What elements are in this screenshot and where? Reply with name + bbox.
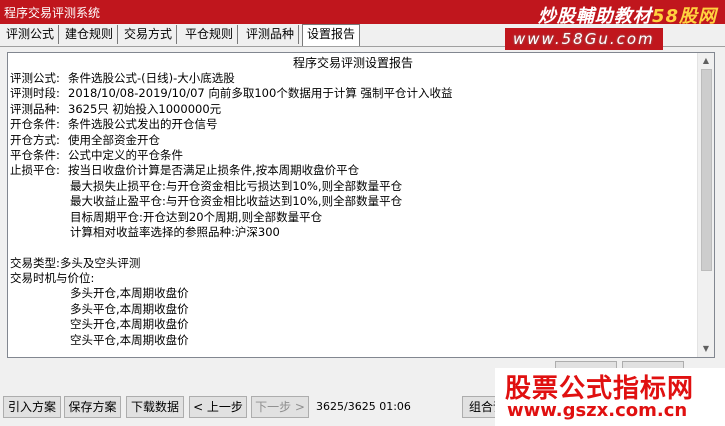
import-scheme-button[interactable]: 引入方案 bbox=[3, 396, 61, 418]
save-scheme-button[interactable]: 保存方案 bbox=[64, 396, 121, 418]
tab-settings-report[interactable]: 设置报告 bbox=[302, 24, 361, 46]
title-bar: 程序交易评测系统 炒股輔助教材58股网 bbox=[0, 0, 725, 27]
timing-item: 多头平仓,本周期收盘价 bbox=[70, 301, 189, 316]
report-row: 评测公式: 条件选股公式-(日线)-大小底选股 bbox=[10, 71, 235, 85]
report-row: 评测品种: 3625只 初始投入1000000元 bbox=[10, 101, 222, 116]
progress-status: 3625/3625 01:06 bbox=[316, 400, 411, 413]
promo-watermark: 股票公式指标网 www.gszx.com.cn bbox=[495, 368, 725, 426]
tab-formula[interactable]: 评测公式 bbox=[2, 25, 60, 44]
report-row: 止损平仓: 按当日收盘价计算是否满足止损条件,按本周期收盘价平仓 bbox=[10, 163, 360, 178]
report-panel: 程序交易评测设置报告 评测公式: 条件选股公式-(日线)-大小底选股 评测时段: 2… bbox=[7, 52, 715, 358]
stop-rule: 计算相对收益率选择的参照品种:沪深300 bbox=[70, 224, 280, 239]
tab-close-rules[interactable]: 平仓规则 bbox=[181, 25, 239, 44]
promo-url: www.gszx.com.cn bbox=[507, 400, 688, 421]
stop-rule: 最大损失止损平仓:与开仓资金相比亏损达到10%,则全部数量平仓 bbox=[70, 178, 403, 193]
download-data-button[interactable]: 下载数据 bbox=[126, 396, 184, 418]
stop-rule: 最大收益止盈平仓:与开仓资金相比收益达到10%,则全部数量平仓 bbox=[70, 194, 403, 209]
tab-instruments[interactable]: 评测品种 bbox=[242, 25, 300, 44]
scroll-down-icon[interactable]: ▼ bbox=[698, 341, 714, 357]
report-row: 评测时段: 2018/10/08-2019/10/07 向前多取100个数据用于计… bbox=[10, 86, 453, 101]
next-step-button[interactable]: 下一步 > bbox=[251, 396, 309, 418]
scroll-thumb[interactable] bbox=[701, 69, 712, 271]
report-content: 程序交易评测设置报告 评测公式: 条件选股公式-(日线)-大小底选股 评测时段: 2… bbox=[8, 53, 698, 357]
tab-open-rules[interactable]: 建仓规则 bbox=[61, 25, 119, 44]
report-row: 开仓条件: 条件选股公式发出的开仓信号 bbox=[10, 117, 218, 132]
report-row: 开仓方式: 使用全部资金开仓 bbox=[10, 132, 160, 147]
vertical-scrollbar[interactable]: ▲ ▼ bbox=[697, 53, 714, 357]
timing-label: 交易时机与价位: bbox=[10, 271, 95, 286]
tab-trade-mode[interactable]: 交易方式 bbox=[120, 25, 178, 44]
timing-item: 空头开仓,本周期收盘价 bbox=[70, 317, 189, 332]
report-title: 程序交易评测设置报告 bbox=[292, 56, 413, 70]
scroll-up-icon[interactable]: ▲ bbox=[698, 53, 714, 69]
report-row: 平仓条件: 公式中定义的平仓条件 bbox=[10, 147, 183, 162]
timing-item: 空头平仓,本周期收盘价 bbox=[70, 332, 189, 347]
window-title: 程序交易评测系统 bbox=[4, 6, 101, 20]
stop-rule: 目标周期平仓:开仓达到20个周期,则全部数量平仓 bbox=[70, 209, 323, 224]
prev-step-button[interactable]: < 上一步 bbox=[189, 396, 247, 418]
url-watermark: www.58Gu.com bbox=[505, 28, 663, 50]
timing-item: 多头开仓,本周期收盘价 bbox=[70, 286, 189, 301]
trade-type: 交易类型:多头及空头评测 bbox=[10, 255, 141, 270]
